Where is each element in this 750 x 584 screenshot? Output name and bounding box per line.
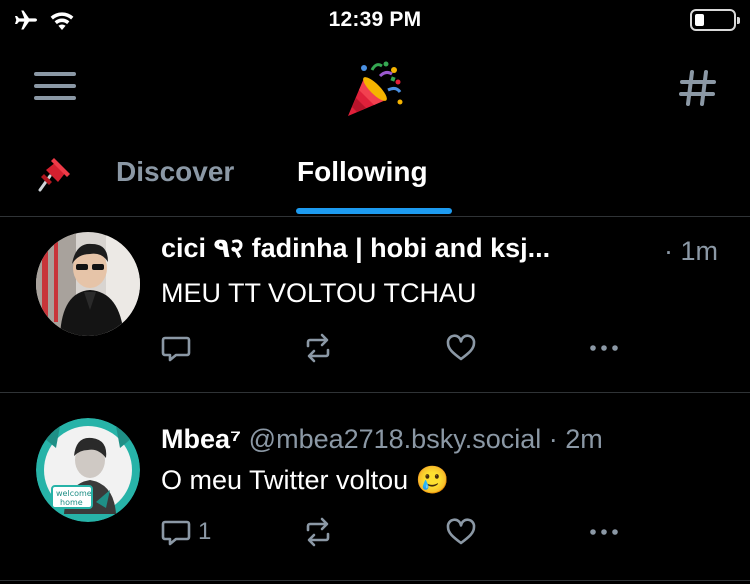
post-text: O meu Twitter voltou 🥲 [161, 464, 449, 496]
post-text: MEU TT VOLTOU TCHAU [161, 278, 477, 308]
avatar[interactable]: welcome home [36, 418, 140, 522]
display-name[interactable]: Mbea⁷ [161, 424, 241, 454]
repost-icon [306, 333, 330, 363]
svg-text:welcome: welcome [56, 489, 92, 498]
reply-button[interactable]: 1 [160, 514, 211, 550]
feed-post[interactable]: welcome home Mbea⁷ @mbea2718.bsky.social… [0, 392, 750, 568]
like-icon [446, 518, 476, 545]
like-icon [446, 334, 476, 361]
post-actions [160, 330, 640, 366]
reply-count: 1 [198, 518, 212, 545]
active-tab-indicator [296, 208, 452, 214]
feed-post[interactable]: cici ٩२ fadinha | hobi and ksj... · 1m M… [0, 216, 750, 392]
post-header: Mbea⁷ @mbea2718.bsky.social · 2m [161, 424, 721, 455]
status-bar: 12:39 PM [0, 0, 750, 44]
divider [0, 580, 750, 581]
repost-button[interactable] [302, 514, 334, 550]
post-time: · 1m [664, 236, 718, 266]
status-time: 12:39 PM [328, 8, 422, 31]
like-button[interactable] [445, 514, 477, 550]
reply-button[interactable] [160, 330, 192, 366]
party-popper-icon[interactable] [342, 56, 408, 122]
more-icon [590, 345, 618, 351]
post-time: · 2m [548, 424, 603, 454]
svg-text:home: home [60, 498, 83, 507]
hamburger-menu-icon[interactable] [34, 70, 78, 104]
reply-icon [161, 336, 191, 362]
more-button[interactable] [588, 330, 620, 366]
display-name[interactable]: cici ٩२ fadinha | hobi and ksj... [161, 233, 550, 263]
post-text-content: O meu Twitter voltou [161, 465, 409, 495]
more-icon [590, 529, 618, 535]
reply-icon [161, 520, 191, 546]
battery-icon [690, 9, 740, 31]
smiling-face-with-tear-emoji: 🥲 [415, 465, 450, 496]
repost-icon [306, 517, 330, 547]
hashtag-icon[interactable] [676, 66, 720, 110]
like-button[interactable] [445, 330, 477, 366]
post-actions: 1 [160, 514, 640, 550]
tab-following[interactable]: Following [297, 156, 428, 188]
more-button[interactable] [588, 514, 620, 550]
post-header: cici ٩२ fadinha | hobi and ksj... [161, 228, 721, 265]
repost-button[interactable] [302, 330, 334, 366]
tab-discover[interactable]: Discover [116, 156, 234, 188]
app-header [0, 44, 750, 134]
handle[interactable]: @mbea2718.bsky.social [249, 424, 542, 454]
feed-tabs: Discover Following [0, 140, 750, 218]
pushpin-icon[interactable] [30, 150, 74, 194]
avatar[interactable] [36, 232, 140, 336]
